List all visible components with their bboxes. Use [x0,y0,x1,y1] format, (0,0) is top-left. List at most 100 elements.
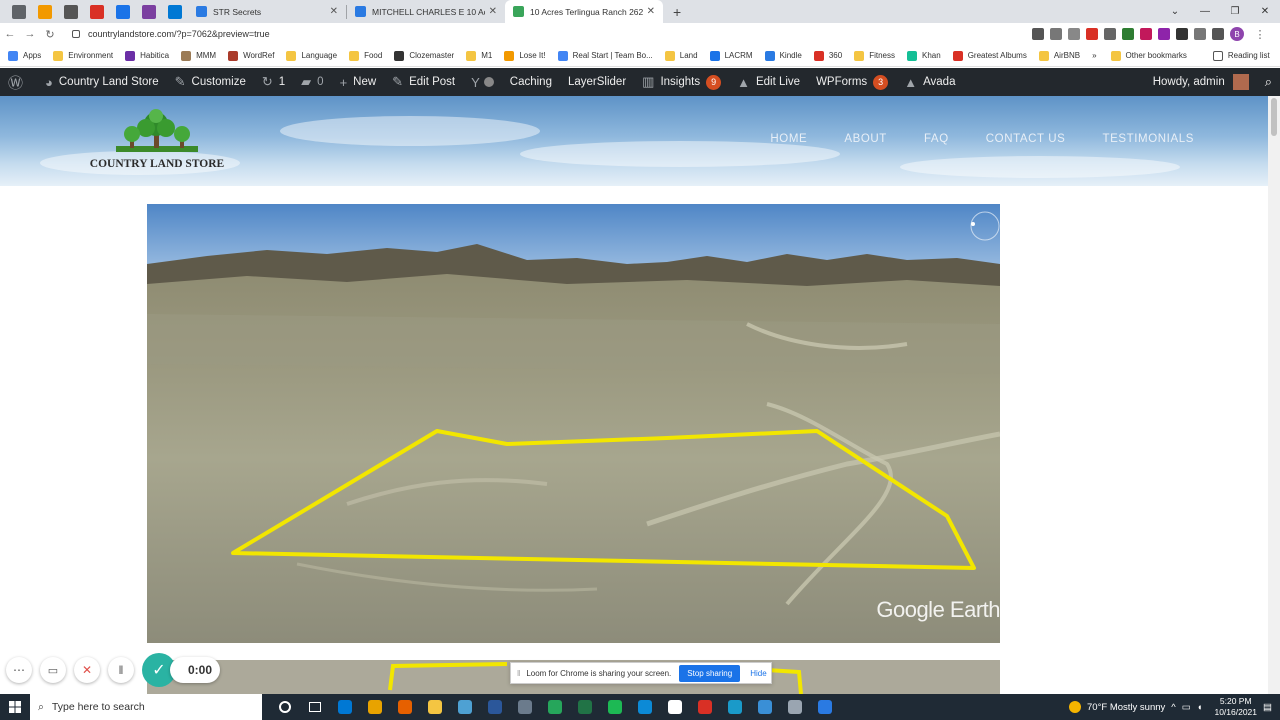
taskbar-app-icon[interactable] [573,694,597,720]
tab-search-icon[interactable]: ⌄ [1160,6,1190,17]
wp-comments[interactable]: ▰ 0 [293,68,331,96]
taskbar-app-icon[interactable] [333,694,357,720]
loom-cancel-button[interactable]: ✕ [74,657,100,683]
extension-icon[interactable] [1104,28,1116,40]
wp-updates[interactable]: ↻ 1 [254,68,293,96]
extension-icon[interactable] [1158,28,1170,40]
bookmark-item[interactable]: Lose It! [504,50,546,61]
hide-button[interactable]: Hide [750,669,766,678]
taskbar-app-icon[interactable] [813,694,837,720]
bookmark-item[interactable]: Clozemaster [394,50,454,61]
loom-pause-button[interactable]: ‖ [108,657,134,683]
bookmark-item[interactable]: MMM [181,50,216,61]
bookmark-item[interactable]: Greatest Albums [952,50,1027,61]
bookmark-item[interactable]: LACRM [709,50,753,61]
bookmark-item[interactable]: Apps [8,50,41,61]
start-button[interactable] [0,701,30,713]
pinned-tab-icon[interactable] [142,4,156,19]
close-tab-icon[interactable]: ✕ [330,6,338,17]
tray-chevron-icon[interactable]: ^ [1171,702,1175,713]
star-icon[interactable] [1068,28,1080,40]
extension-icon[interactable] [1122,28,1134,40]
puzzle-icon[interactable] [1212,28,1224,40]
drag-handle-icon[interactable]: ‖ [517,669,520,678]
taskbar-app-icon[interactable] [513,694,537,720]
nav-home[interactable]: HOME [770,133,807,145]
wp-new[interactable]: + New [332,68,385,96]
bookmark-item[interactable]: Fitness [854,50,895,61]
pinned-tab-icon[interactable] [64,4,78,19]
reload-icon[interactable]: ↻ [40,28,60,41]
cortana-icon[interactable] [273,694,297,720]
wp-howdy[interactable]: Howdy, admin [1145,68,1257,96]
menu-dots-icon[interactable]: ⋮ [1250,28,1270,41]
zoom-icon[interactable] [1050,28,1062,40]
pinned-tab-icon[interactable] [90,4,104,19]
new-tab-icon[interactable]: + [663,4,691,20]
pinned-tab-icon[interactable] [168,4,182,19]
wp-site-name[interactable]: ◕ Country Land Store [37,68,167,96]
bookmark-item[interactable]: Real Start | Team Bo... [557,50,653,61]
taskbar-app-icon[interactable] [393,694,417,720]
site-logo[interactable]: COUNTRY LAND STORE [84,108,230,174]
volume-icon[interactable]: ◖ [1197,702,1203,713]
taskbar-clock[interactable]: 5:20 PM 10/16/2021 [1214,696,1257,718]
network-icon[interactable]: ▭ [1182,702,1191,713]
wp-customize[interactable]: ✎ Customize [167,68,254,96]
taskbar-app-icon[interactable] [423,694,447,720]
wp-caching[interactable]: Caching [502,68,560,96]
wp-edit-post[interactable]: ✎ Edit Post [384,68,463,96]
bookmark-item[interactable]: WordRef [228,50,274,61]
stop-sharing-button[interactable]: Stop sharing [679,664,741,682]
tab-mitchell[interactable]: MITCHELL CHARLES E 10 Acres ... ✕ [347,0,505,23]
bookmark-item[interactable]: Habitica [125,50,169,61]
bookmark-item[interactable]: AirBNB [1038,50,1080,61]
bookmark-item[interactable]: Land [664,50,698,61]
taskbar-app-icon[interactable] [603,694,627,720]
taskbar-app-icon[interactable] [783,694,807,720]
taskbar-app-icon[interactable] [363,694,387,720]
tab-terlingua-ranch[interactable]: 10 Acres Terlingua Ranch 26218 ✕ [505,0,663,23]
pinned-tab-icon[interactable] [12,4,26,19]
restore-icon[interactable]: ❐ [1220,6,1250,17]
close-window-icon[interactable]: ✕ [1250,6,1280,17]
taskbar-app-icon[interactable] [753,694,777,720]
minimize-icon[interactable]: — [1190,6,1220,17]
bookmark-item[interactable]: Khan [907,50,941,61]
pinned-tab-icon[interactable] [38,4,52,19]
extension-icon[interactable] [1086,28,1098,40]
taskbar-app-icon[interactable] [633,694,657,720]
forward-icon[interactable]: → [20,28,40,40]
taskbar-app-icon[interactable] [543,694,567,720]
wp-layerslider[interactable]: LayerSlider [560,68,634,96]
wp-yoast[interactable]: Y [463,68,502,96]
reading-list[interactable]: Reading list [1212,50,1270,61]
page-scrollbar[interactable] [1268,96,1280,694]
wp-wpforms[interactable]: WPForms 3 [808,68,896,96]
bookmark-item[interactable]: Food [349,50,382,61]
bookmark-item[interactable]: Kindle [764,50,802,61]
loom-camera-button[interactable]: ▭ [40,657,66,683]
extension-icon[interactable] [1140,28,1152,40]
taskbar-app-icon[interactable] [663,694,687,720]
profile-avatar[interactable]: B [1230,27,1244,41]
other-bookmarks[interactable]: Other bookmarks [1110,50,1187,61]
wp-search[interactable]: ⌕ [1257,68,1280,96]
extension-icon[interactable] [1176,28,1188,40]
wp-edit-live[interactable]: ▲ Edit Live [729,68,808,96]
bookmark-item[interactable]: Environment [53,50,113,61]
nav-contact-us[interactable]: CONTACT US [986,133,1066,145]
bookmark-item[interactable]: 360 [813,50,842,61]
weather-text[interactable]: 70°F Mostly sunny [1087,702,1165,713]
address-bar[interactable]: countrylandstore.com/?p=7062&preview=tru… [66,25,946,43]
taskbar-app-icon[interactable] [483,694,507,720]
back-icon[interactable]: ← [0,28,20,40]
wp-insights[interactable]: ▥ Insights 9 [634,68,729,96]
wp-logo[interactable]: Ⓦ [0,68,37,96]
pinned-tab-icon[interactable] [116,4,130,19]
taskbar-app-icon[interactable] [453,694,477,720]
bookmark-item[interactable]: M1 [466,50,492,61]
taskbar-app-icon[interactable] [693,694,717,720]
extension-icon[interactable] [1194,28,1206,40]
nav-testimonials[interactable]: TESTIMONIALS [1102,133,1194,145]
